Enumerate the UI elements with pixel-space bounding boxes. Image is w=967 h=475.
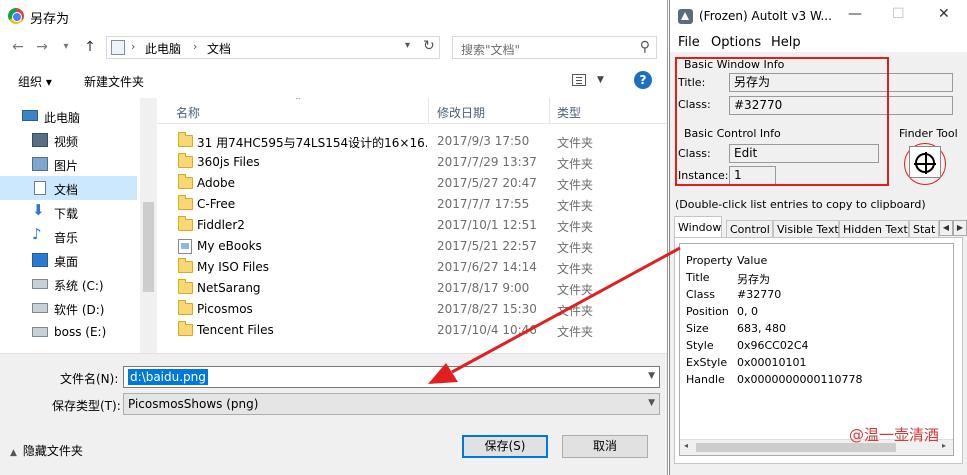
watermark: @温一壶清酒	[849, 426, 940, 444]
annotation-arrow	[428, 246, 681, 384]
